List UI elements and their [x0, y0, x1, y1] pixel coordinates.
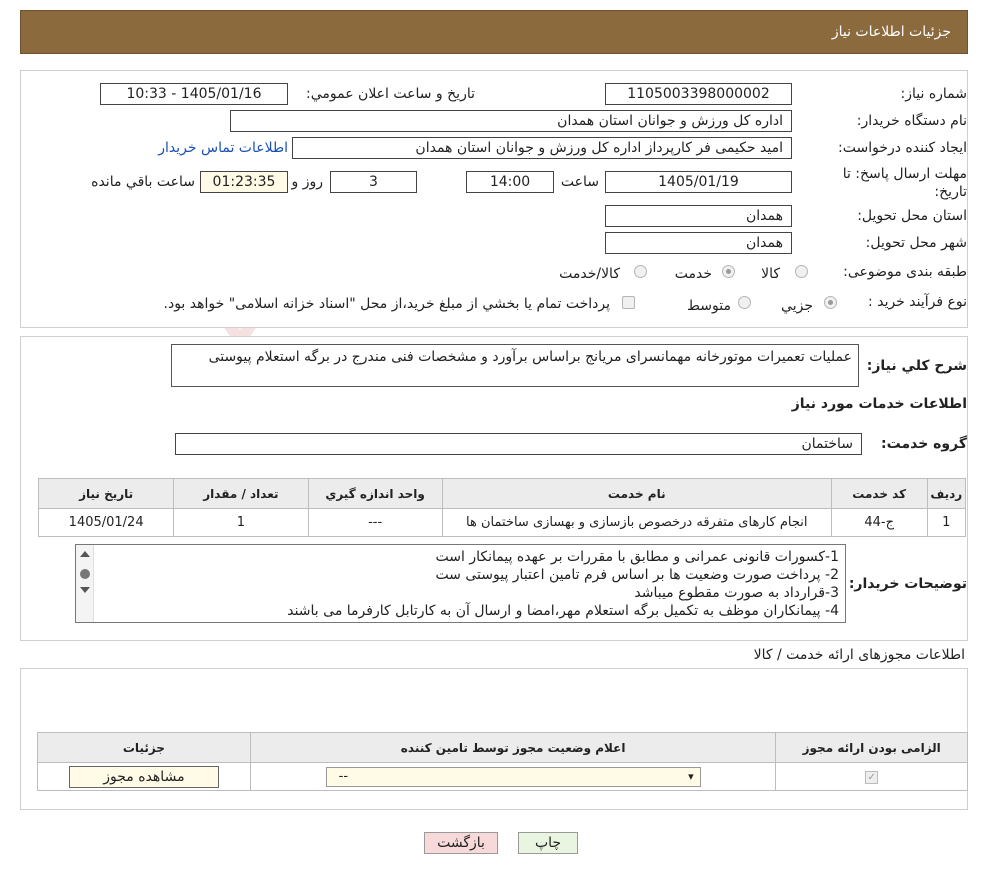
category-goods-service-radio[interactable]	[634, 265, 647, 278]
page-header: جزئیات اطلاعات نیاز	[20, 10, 968, 54]
process-minor-radio[interactable]	[824, 296, 837, 309]
required-checkbox: ✓	[865, 771, 879, 784]
creator-field: امید حکیمی فر کارپرداز اداره کل ورزش و ج…	[292, 137, 792, 159]
col-quantity: تعداد / مقدار	[173, 478, 309, 509]
col-permit-required: الزامی بودن ارائه مجوز	[775, 732, 968, 763]
permit-status-select[interactable]: -- ▾	[325, 766, 701, 787]
province-label: استان محل تحويل:	[857, 208, 967, 224]
announce-date-label: تاریخ و ساعت اعلان عمومي:	[306, 86, 475, 102]
page-title: جزئیات اطلاعات نیاز	[831, 24, 951, 40]
category-goods-service-label: كالا/خدمت	[559, 266, 620, 282]
remaining-time-label: ساعت باقي مانده	[91, 174, 195, 190]
cell-row: 1	[926, 508, 967, 537]
col-permit-status: اعلام وضعیت مجوز توسط تامین کننده	[249, 732, 777, 763]
process-note: پرداخت تمام يا بخشي از مبلغ خريد،از محل …	[163, 296, 610, 312]
cell-permit-status: -- ▾	[249, 762, 777, 791]
table-row: 1 ج-44 انجام کارهای متفرقه درخصوص بازساز…	[37, 508, 967, 537]
summary-label: شرح كلي نياز:	[866, 358, 967, 374]
service-group-label: گروه خدمت:	[881, 436, 967, 452]
services-table: رديف كد خدمت نام خدمت واحد اندازه گيري ت…	[37, 478, 967, 537]
days-field: 3	[330, 171, 417, 193]
select-value: --	[338, 768, 349, 784]
table-row: ✓ -- ▾ مشاهده مجوز	[37, 762, 968, 791]
deadline-date-field: 1405/01/19	[605, 171, 792, 193]
category-service-radio[interactable]	[722, 265, 735, 278]
col-service-name: نام خدمت	[441, 478, 832, 509]
province-field: همدان	[605, 205, 792, 227]
category-service-label: خدمت	[674, 266, 712, 282]
summary-textarea[interactable]: عملیات تعمیرات موتورخانه مهمانسرای مریان…	[171, 344, 859, 387]
back-button[interactable]: بازگشت	[424, 832, 498, 854]
view-permit-button[interactable]: مشاهده مجوز	[68, 765, 219, 788]
buyer-notes-textarea[interactable]: 1-کسورات قانونی عمرانی و مطابق با مقررات…	[75, 544, 846, 623]
buyer-org-label: نام دستگاه خريدار:	[856, 113, 967, 129]
process-medium-label: متوسط	[687, 298, 731, 314]
scroll-thumb[interactable]	[80, 569, 90, 579]
note-line-3: 3-قرارداد به صورت مقطوع میباشد	[634, 585, 839, 601]
need-number-label: شماره نیاز:	[900, 86, 968, 102]
process-medium-radio[interactable]	[738, 296, 751, 309]
buyer-notes-label: توضيحات خريدار:	[848, 576, 967, 592]
need-number-field: 1105003398000002	[605, 83, 792, 105]
remaining-time-field: 01:23:35	[200, 171, 288, 193]
category-label: طبقه بندی موضوعی:	[843, 264, 967, 280]
note-line-2: 2- پرداخت صورت وضعیت ها بر اساس فرم تامی…	[435, 567, 839, 583]
summary-text: عملیات تعمیرات موتورخانه مهمانسرای مریان…	[208, 349, 852, 365]
city-field: همدان	[605, 232, 792, 254]
city-label: شهر محل تحويل:	[865, 235, 967, 251]
cell-need-date: 1405/01/24	[37, 508, 175, 537]
cell-service-name: انجام کارهای متفرقه درخصوص بازسازی و بهس…	[441, 508, 832, 537]
col-need-date: تاريخ نياز	[37, 478, 175, 509]
print-button[interactable]: چاپ	[518, 832, 578, 854]
permits-title: اطلاعات مجوزهای ارائه خدمت / کالا	[753, 647, 965, 663]
cell-permit-details: مشاهده مجوز	[37, 762, 251, 791]
days-label: روز و	[291, 174, 324, 190]
notes-scrollbar[interactable]	[76, 545, 94, 622]
treasury-checkbox[interactable]	[622, 296, 635, 309]
category-goods-label: كالا	[761, 266, 780, 282]
service-group-field: ساختمان	[175, 433, 862, 455]
deadline-time-label: ساعت	[560, 174, 599, 190]
col-unit: واحد اندازه گيري	[307, 478, 443, 509]
category-goods-radio[interactable]	[795, 265, 808, 278]
chevron-down-icon: ▾	[688, 769, 694, 783]
scroll-up-icon[interactable]	[80, 551, 90, 557]
col-row: رديف	[926, 478, 967, 509]
note-line-4: 4- پیمانکاران موظف به تکمیل برگه استعلام…	[287, 603, 839, 619]
creator-label: ايجاد كننده درخواست:	[838, 140, 967, 156]
cell-quantity: 1	[173, 508, 309, 537]
scroll-down-icon[interactable]	[80, 587, 90, 593]
services-title: اطلاعات خدمات مورد نياز	[791, 396, 967, 412]
note-line-1: 1-کسورات قانونی عمرانی و مطابق با مقررات…	[435, 549, 839, 565]
process-label: نوع فرآيند خريد :	[868, 294, 967, 310]
deadline-label: مهلت ارسال پاسخ: تا تاريخ:	[842, 166, 967, 200]
permits-table: الزامی بودن ارائه مجوز اعلام وضعیت مجوز …	[37, 732, 968, 791]
process-minor-label: جزيي	[781, 298, 813, 314]
col-service-code: كد خدمت	[830, 478, 928, 509]
cell-permit-required: ✓	[775, 762, 968, 791]
buyer-contact-link[interactable]: اطلاعات تماس خريدار	[158, 140, 288, 156]
deadline-time-field: 14:00	[466, 171, 554, 193]
buyer-org-field: اداره كل ورزش و جوانان استان همدان	[230, 110, 792, 132]
announce-date-field: 1405/01/16 - 10:33	[100, 83, 288, 105]
cell-service-code: ج-44	[830, 508, 928, 537]
col-permit-details: جزئیات	[37, 732, 251, 763]
cell-unit: ---	[307, 508, 443, 537]
